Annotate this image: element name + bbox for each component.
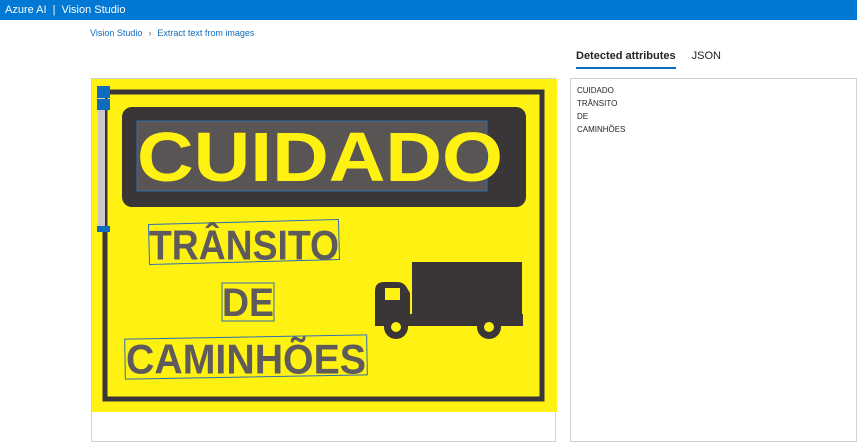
sign-image: CUIDADO TRÂNSITO DE CAMINHÕES xyxy=(92,79,557,412)
product-name[interactable]: Azure AI xyxy=(5,4,47,16)
detected-line: TRÂNSITO xyxy=(577,99,618,108)
crop-handle-top[interactable] xyxy=(97,86,110,98)
crop-bar xyxy=(98,95,105,231)
detected-line: CAMINHÕES xyxy=(577,125,626,134)
breadcrumb-current[interactable]: Extract text from images xyxy=(157,28,254,38)
sign-text-cuidado: CUIDADO xyxy=(137,118,503,196)
top-bar: Azure AI | Vision Studio xyxy=(0,0,857,20)
app-name[interactable]: Vision Studio xyxy=(61,4,125,16)
crop-handle-mid[interactable] xyxy=(97,99,110,110)
detected-attributes-panel: CUIDADO TRÂNSITO DE CAMINHÕES xyxy=(570,78,857,442)
result-tabs: Detected attributes JSON xyxy=(576,50,721,69)
image-preview: CUIDADO TRÂNSITO DE CAMINHÕES xyxy=(91,78,557,442)
tab-json[interactable]: JSON xyxy=(692,50,721,69)
chevron-right-icon: › xyxy=(148,28,152,38)
sign-text-caminhoes: CAMINHÕES xyxy=(126,335,366,383)
sign-text-transito: TRÂNSITO xyxy=(149,221,339,269)
detected-line: DE xyxy=(577,112,589,121)
detected-line: CUIDADO xyxy=(577,86,614,95)
breadcrumb: Vision Studio › Extract text from images xyxy=(90,28,254,38)
breadcrumb-home[interactable]: Vision Studio xyxy=(90,28,142,38)
crop-handle-bottom[interactable] xyxy=(97,226,110,232)
title-separator: | xyxy=(52,4,56,16)
sign-text-de: DE xyxy=(222,281,274,325)
tab-detected-attributes[interactable]: Detected attributes xyxy=(576,50,676,69)
